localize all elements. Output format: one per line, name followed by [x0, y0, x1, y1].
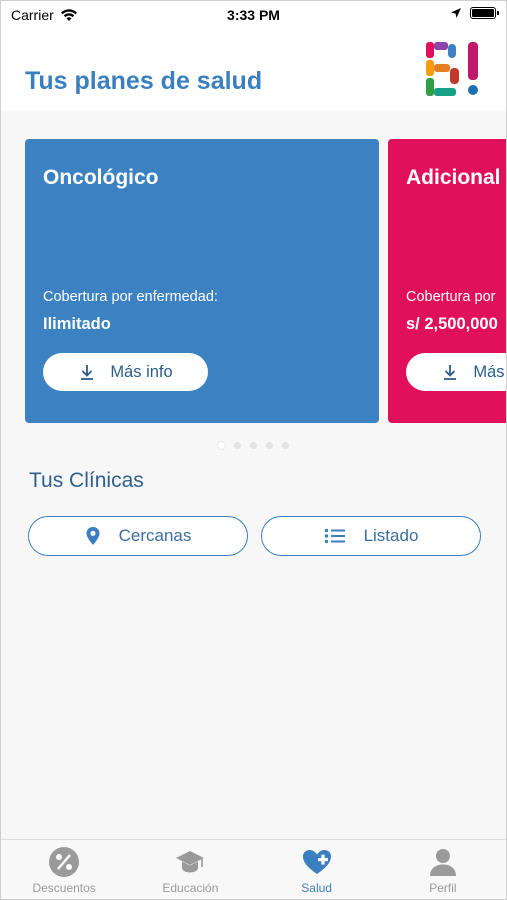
page-dot[interactable]	[218, 442, 225, 449]
coverage-label: Cobertura por enfermedad:	[43, 289, 218, 305]
tab-label: Perfil	[429, 881, 457, 895]
status-bar: Carrier 3:33 PM	[1, 1, 506, 29]
tab-descuentos[interactable]: Descuentos	[1, 840, 127, 899]
header: Tus planes de salud	[1, 29, 506, 111]
more-info-button[interactable]: Más info	[43, 353, 208, 391]
download-icon	[444, 365, 457, 380]
status-right	[450, 7, 499, 19]
location-arrow-icon	[451, 8, 461, 18]
plan-card-adicional[interactable]: Adicional Cobertura por s/ 2,500,000 Más…	[388, 139, 506, 423]
map-pin-icon	[86, 527, 100, 545]
tab-label: Educación	[162, 881, 219, 895]
plan-title: Oncológico	[43, 166, 159, 189]
more-info-button[interactable]: Más info	[406, 353, 506, 391]
brand-logo-icon	[426, 42, 478, 96]
page-dot[interactable]	[266, 442, 273, 449]
status-time: 3:33 PM	[227, 7, 280, 23]
plan-card-oncologico[interactable]: Oncológico Cobertura por enfermedad: Ili…	[25, 139, 379, 423]
app-screen: Carrier 3:33 PM Tus planes de salud Onco…	[0, 0, 507, 900]
nearby-clinics-button[interactable]: Cercanas	[28, 516, 248, 556]
percent-icon	[49, 847, 80, 877]
tab-bar: Descuentos Educación Salud Perfil	[1, 839, 506, 899]
page-title: Tus planes de salud	[25, 67, 263, 95]
page-dot[interactable]	[234, 442, 241, 449]
tab-perfil[interactable]: Perfil	[380, 840, 506, 899]
page-dot[interactable]	[282, 442, 289, 449]
heart-plus-icon	[302, 850, 331, 874]
clinics-title: Tus Clínicas	[29, 469, 144, 492]
tab-label: Salud	[301, 881, 332, 895]
tab-educacion[interactable]: Educación	[127, 840, 253, 899]
clinic-list-button[interactable]: Listado	[261, 516, 481, 556]
plans-carousel[interactable]: Oncológico Cobertura por enfermedad: Ili…	[1, 111, 506, 456]
user-icon	[429, 849, 456, 876]
plan-title: Adicional	[406, 166, 501, 189]
page-dot[interactable]	[250, 442, 257, 449]
coverage-value: s/ 2,500,000	[406, 315, 498, 333]
graduation-cap-icon	[176, 851, 205, 873]
coverage-label: Cobertura por	[406, 289, 496, 305]
battery-icon	[470, 7, 499, 19]
more-info-label: Más info	[473, 362, 506, 381]
tab-label: Descuentos	[32, 881, 96, 895]
tab-salud[interactable]: Salud	[254, 840, 380, 899]
more-info-label: Más info	[110, 362, 173, 381]
list-icon	[324, 528, 345, 544]
list-label: Listado	[363, 526, 419, 545]
download-icon	[81, 365, 94, 380]
carousel-page-indicator[interactable]	[1, 442, 506, 449]
coverage-value: Ilimitado	[43, 315, 111, 333]
nearby-label: Cercanas	[118, 526, 192, 545]
